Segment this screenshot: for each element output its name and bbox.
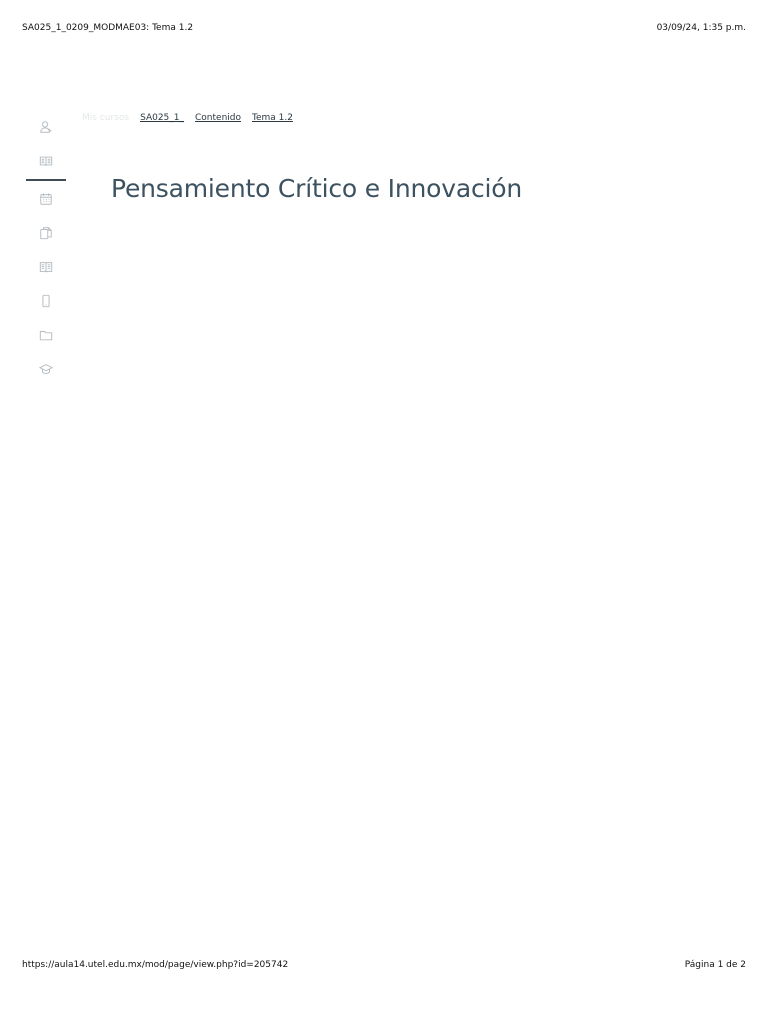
- breadcrumb: Mis cursos SA025_1_ Contenido Tema 1.2: [82, 113, 293, 123]
- folder-icon: [39, 330, 53, 340]
- print-header: SA025_1_0209_MODMAE03: Tema 1.2 03/09/24…: [22, 23, 746, 33]
- sidebar-item-mobile[interactable]: [26, 284, 66, 318]
- documents-icon: [40, 226, 52, 239]
- page-title: Pensamiento Crítico e Innovación: [111, 174, 522, 203]
- print-footer: https://aula14.utel.edu.mx/mod/page/view…: [22, 960, 746, 970]
- library-icon: [39, 261, 53, 272]
- mobile-icon: [42, 294, 50, 307]
- print-timestamp: 03/09/24, 1:35 p.m.: [656, 23, 746, 33]
- sidebar-nav: [26, 110, 66, 386]
- sidebar-item-course[interactable]: [26, 144, 66, 178]
- breadcrumb-topic-link[interactable]: Tema 1.2: [252, 113, 293, 123]
- sidebar-item-profile[interactable]: [26, 110, 66, 144]
- user-icon: [40, 121, 52, 133]
- sidebar-item-files[interactable]: [26, 318, 66, 352]
- print-url: https://aula14.utel.edu.mx/mod/page/view…: [22, 960, 289, 970]
- breadcrumb-content-link[interactable]: Contenido: [195, 113, 241, 123]
- calendar-icon: [40, 192, 52, 205]
- print-document-title: SA025_1_0209_MODMAE03: Tema 1.2: [22, 23, 194, 33]
- graduation-cap-icon: [39, 363, 53, 374]
- sidebar-item-calendar[interactable]: [26, 182, 66, 216]
- sidebar-item-documents[interactable]: [26, 216, 66, 250]
- sidebar-item-grades[interactable]: [26, 352, 66, 386]
- breadcrumb-home[interactable]: Mis cursos: [82, 113, 129, 123]
- print-page-number: Página 1 de 2: [684, 960, 746, 970]
- breadcrumb-course-link[interactable]: SA025_1_: [140, 113, 184, 123]
- sidebar-active-indicator: [26, 179, 66, 181]
- book-icon: [39, 156, 53, 166]
- sidebar-item-library[interactable]: [26, 250, 66, 284]
